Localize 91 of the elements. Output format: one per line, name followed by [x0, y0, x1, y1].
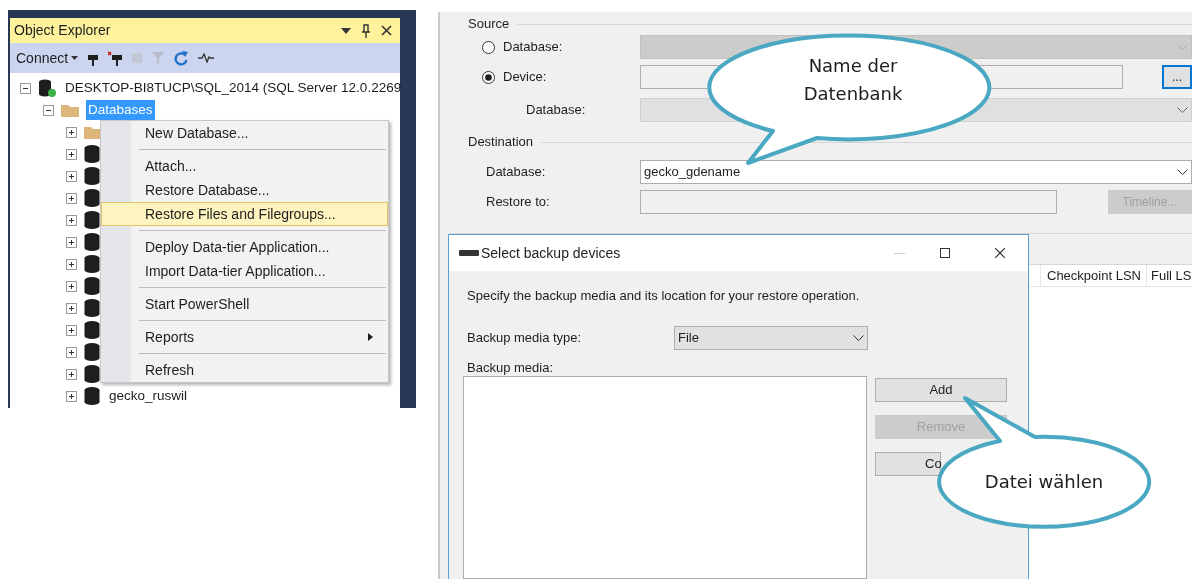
expand-icon[interactable] — [66, 324, 77, 336]
drive-icon — [459, 250, 479, 256]
collapse-icon[interactable] — [20, 82, 31, 94]
database-icon — [84, 211, 100, 229]
browse-button[interactable]: ... — [1162, 65, 1192, 89]
expand-icon[interactable] — [66, 346, 77, 358]
dropdown-field[interactable]: gecko_gdename — [640, 160, 1192, 184]
collapse-icon[interactable] — [43, 104, 54, 116]
connect-button[interactable]: Connect — [16, 47, 79, 69]
chevron-down-icon — [853, 335, 864, 341]
submenu-arrow-icon — [368, 333, 373, 341]
activity-icon[interactable] — [198, 53, 215, 63]
combo-value: File — [678, 329, 700, 348]
menu-item-label: Restore Files and Filegroups... — [145, 204, 337, 224]
chevron-down-icon — [1177, 44, 1188, 50]
field-label: Backup media type: — [466, 329, 583, 348]
expand-icon[interactable] — [66, 214, 77, 226]
column-header[interactable]: Full LS — [1146, 265, 1192, 286]
menu-item-label: Attach... — [145, 156, 198, 176]
refresh-icon[interactable] — [174, 50, 189, 66]
menu-item[interactable]: New Database... — [101, 121, 388, 145]
menu-item-label: New Database... — [145, 123, 250, 143]
group-title: Destination — [468, 133, 534, 152]
menu-item[interactable]: Restore Database... — [101, 178, 388, 202]
expand-icon[interactable] — [66, 258, 77, 270]
expand-icon[interactable] — [66, 148, 77, 160]
dropdown-icon[interactable] — [341, 27, 351, 34]
field-label: Backup media: — [466, 359, 554, 374]
tree-item[interactable]: gecko_ruswil — [107, 385, 190, 407]
database-icon — [84, 365, 100, 383]
menu-item[interactable]: Restore Files and Filegroups... — [101, 202, 388, 226]
expand-icon[interactable] — [66, 236, 77, 248]
pin-icon[interactable] — [361, 23, 371, 38]
chevron-down-icon — [1177, 107, 1188, 113]
database-icon — [84, 387, 100, 405]
callout-text: Datei wählen — [983, 470, 1105, 494]
close-icon[interactable] — [995, 248, 1005, 258]
expand-icon[interactable] — [66, 280, 77, 292]
database-icon — [84, 321, 100, 339]
dialog-button[interactable]: Co — [875, 452, 941, 476]
menu-item-label: Refresh — [145, 360, 196, 380]
radio-button[interactable] — [482, 40, 495, 54]
chevron-down-icon — [1177, 169, 1188, 175]
menu-item[interactable]: Deploy Data-tier Application... — [101, 235, 388, 259]
description-text: Specify the backup media and its location for your restore operation. — [466, 287, 861, 303]
database-icon — [84, 233, 100, 251]
radio-button[interactable] — [482, 70, 495, 84]
maximize-icon[interactable] — [940, 248, 950, 258]
menu-item-label: Start PowerShell — [145, 294, 251, 314]
database-icon — [84, 167, 100, 185]
column-header[interactable]: Checkpoint LSN — [1040, 265, 1146, 286]
menu-item[interactable]: Import Data-tier Application... — [101, 259, 388, 283]
window-title: Select backup devices — [481, 243, 622, 263]
folder-icon — [61, 103, 79, 117]
expand-icon[interactable] — [66, 368, 77, 380]
close-icon[interactable] — [381, 25, 392, 36]
database-icon — [84, 189, 100, 207]
menu-item-label: Reports — [145, 327, 196, 347]
input-field[interactable] — [640, 190, 1057, 214]
field-label: Database: — [525, 101, 587, 120]
field-label: Database: — [485, 163, 547, 182]
expand-icon[interactable] — [66, 302, 77, 314]
radio-label: Device: — [503, 68, 547, 87]
expand-icon[interactable] — [66, 390, 77, 402]
radio-label: Database: — [503, 38, 563, 57]
database-icon — [84, 343, 100, 361]
connect-label: Connect — [16, 48, 69, 68]
caret-icon — [71, 56, 79, 60]
expand-icon[interactable] — [66, 126, 77, 138]
expand-icon[interactable] — [66, 192, 77, 204]
database-icon — [84, 255, 100, 273]
menu-item-label: Deploy Data-tier Application... — [145, 237, 331, 257]
database-icon — [84, 145, 100, 163]
expand-icon[interactable] — [66, 170, 77, 182]
menu-item[interactable]: Reports — [101, 325, 388, 349]
disconnect-plug-icon[interactable] — [108, 50, 123, 66]
server-icon — [38, 79, 56, 97]
menu-item-label: Import Data-tier Application... — [145, 261, 327, 281]
combo-value: gecko_gdename — [644, 163, 742, 182]
dialog-button[interactable]: Add — [875, 378, 1007, 402]
dropdown-field[interactable]: File — [674, 326, 868, 350]
callout-text: Name der Datenbank — [802, 54, 904, 106]
panel-title: Object Explorer — [14, 21, 112, 40]
group-title: Source — [468, 15, 510, 34]
database-icon — [84, 277, 100, 295]
menu-item[interactable]: Attach... — [101, 154, 388, 178]
menu-item[interactable]: Start PowerShell — [101, 292, 388, 316]
menu-item-label: Restore Database... — [145, 180, 271, 200]
field-label: Restore to: — [485, 193, 551, 212]
menu-item[interactable]: Refresh — [101, 358, 388, 382]
database-icon — [84, 299, 100, 317]
